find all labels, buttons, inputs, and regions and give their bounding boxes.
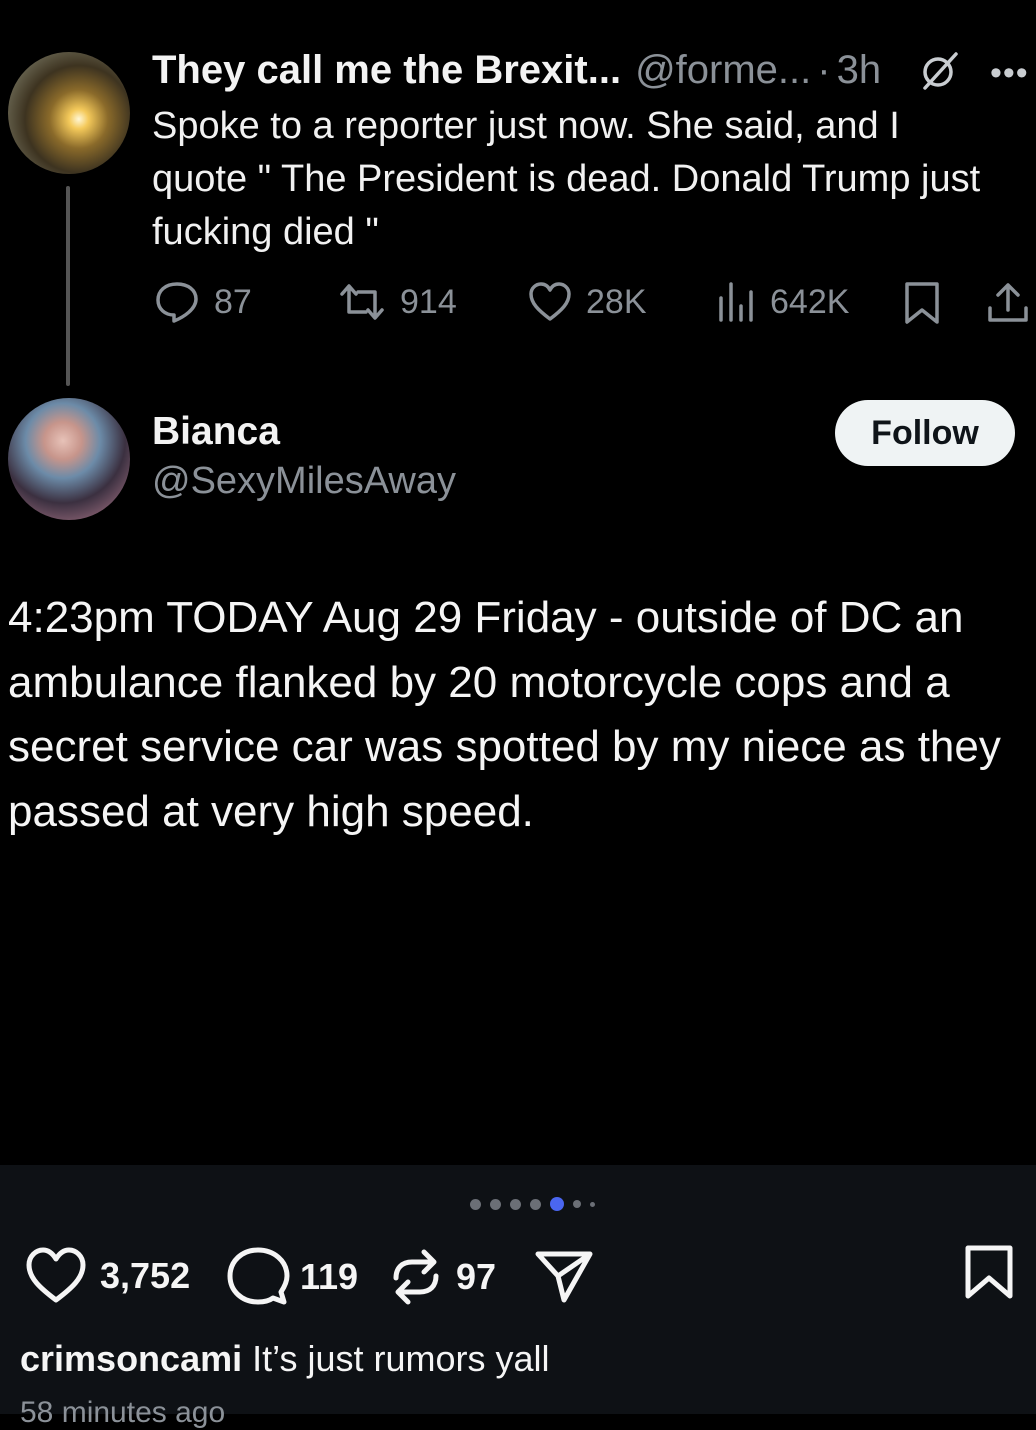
caption-text: It’s just rumors yall [252, 1338, 550, 1379]
tweet-display-name[interactable]: They call me the Brexit... [152, 48, 621, 93]
heart-icon [529, 282, 571, 321]
bookmark-icon[interactable] [902, 280, 942, 326]
post-timestamp: 58 minutes ago [20, 1396, 226, 1429]
reply-icon [156, 282, 198, 323]
like-count: 28K [586, 282, 647, 321]
ig-like-action[interactable]: 3,752 [24, 1246, 190, 1306]
carousel-dot [590, 1201, 595, 1207]
bianca-avatar[interactable] [8, 398, 130, 520]
tweet-author-avatar[interactable] [8, 52, 130, 174]
carousel-dot [510, 1198, 521, 1210]
comment-icon [227, 1247, 290, 1305]
more-options-icon[interactable]: ••• [990, 54, 1029, 93]
carousel-dot [490, 1198, 501, 1210]
views-count: 642K [770, 282, 850, 321]
send-icon[interactable] [534, 1248, 594, 1304]
share-icon[interactable] [986, 280, 1030, 326]
carousel-dot [470, 1198, 481, 1210]
caption-username[interactable]: crimsoncami [20, 1338, 242, 1379]
heart-icon [26, 1247, 86, 1303]
tweet-handle[interactable]: @forme... [635, 48, 811, 93]
ig-comment-count: 119 [300, 1256, 359, 1297]
carousel-dot [573, 1200, 581, 1208]
repost-icon [393, 1249, 439, 1305]
tweet-header: They call me the Brexit... @forme... · 3… [152, 44, 881, 96]
save-icon[interactable] [964, 1244, 1014, 1302]
account-handle[interactable]: @SexyMilesAway [152, 460, 456, 503]
carousel-dot [530, 1198, 541, 1210]
ig-repost-action[interactable]: 97 [388, 1246, 496, 1308]
ig-comment-action[interactable]: 119 [226, 1246, 358, 1308]
thread-connector-line [66, 186, 70, 386]
account-display-name[interactable]: Bianca [152, 410, 280, 454]
carousel-indicator [470, 1197, 604, 1211]
retweet-icon [340, 284, 384, 320]
views-chart-icon [719, 282, 753, 322]
follow-button[interactable]: Follow [835, 400, 1015, 466]
ig-like-count: 3,752 [100, 1255, 191, 1296]
reply-action[interactable]: 87 [154, 280, 252, 324]
views-action[interactable]: 642K [716, 280, 849, 324]
post-text: 4:23pm TODAY Aug 29 Friday - outside of … [8, 593, 1001, 836]
post-caption: crimsoncami It’s just rumors yall [20, 1338, 550, 1380]
ig-repost-count: 97 [456, 1256, 497, 1297]
tweet-text: Spoke to a reporter just now. She said, … [152, 105, 981, 253]
reply-count: 87 [214, 282, 252, 321]
tweet-separator: · [817, 47, 831, 92]
tweet-time[interactable]: 3h [837, 48, 882, 93]
grok-icon[interactable] [918, 48, 962, 92]
carousel-dot-active [550, 1197, 564, 1211]
retweet-action[interactable]: 914 [338, 280, 457, 324]
retweet-count: 914 [400, 282, 457, 321]
like-action[interactable]: 28K [528, 280, 647, 324]
